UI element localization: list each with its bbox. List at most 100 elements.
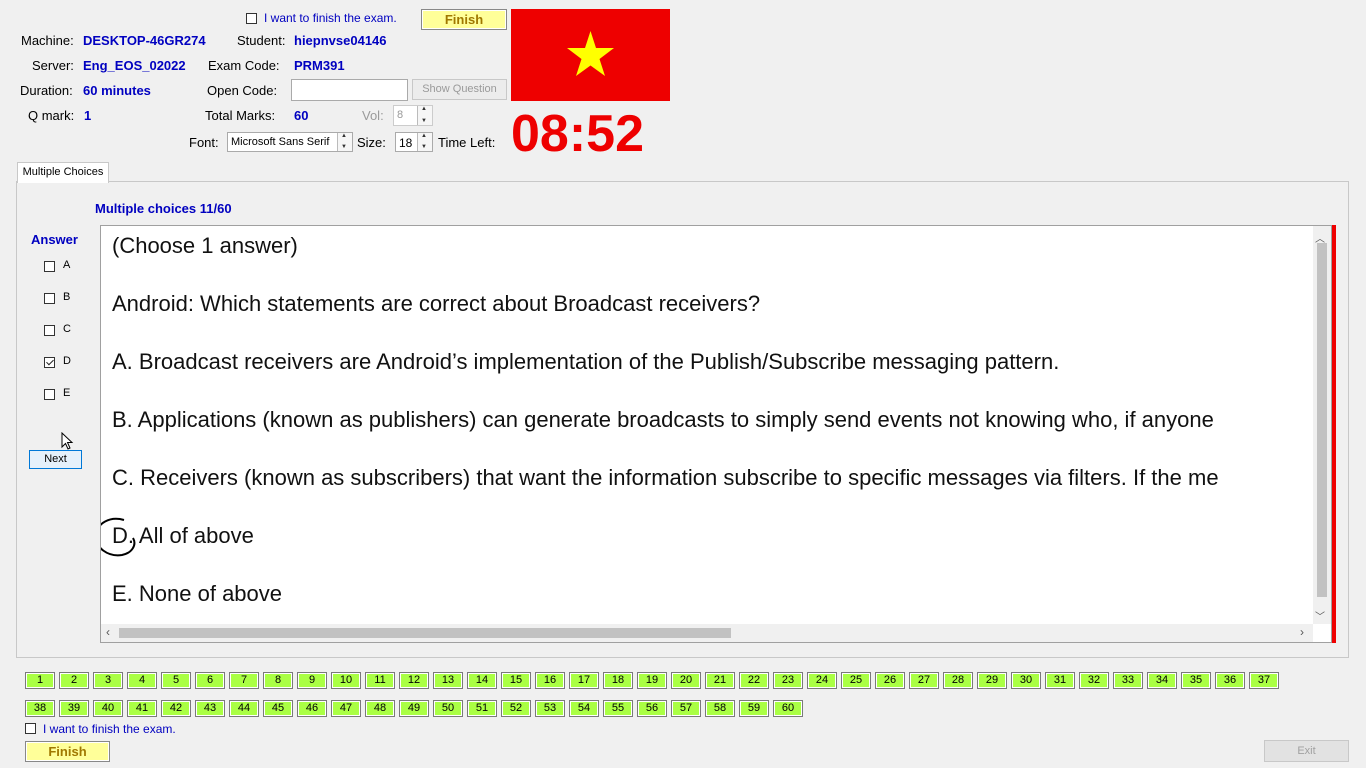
question-nav-button[interactable]: 53 <box>535 700 565 717</box>
vertical-scrollbar[interactable]: ︿ ﹀ <box>1313 226 1331 624</box>
question-nav-button[interactable]: 58 <box>705 700 735 717</box>
open-code-input[interactable] <box>291 79 408 101</box>
horizontal-scrollbar[interactable]: ‹ › <box>101 624 1313 642</box>
question-nav-button[interactable]: 32 <box>1079 672 1109 689</box>
question-nav-button[interactable]: 2 <box>59 672 89 689</box>
question-nav-button[interactable]: 10 <box>331 672 361 689</box>
exam-code-value: PRM391 <box>294 58 345 73</box>
question-nav-button[interactable]: 47 <box>331 700 361 717</box>
answer-label-c: C <box>63 323 71 335</box>
question-nav-button[interactable]: 16 <box>535 672 565 689</box>
finish-button-bottom[interactable]: Finish <box>25 741 110 762</box>
question-nav-button[interactable]: 55 <box>603 700 633 717</box>
finish-exam-checkbox-top[interactable] <box>246 13 257 24</box>
exit-button[interactable]: Exit <box>1264 740 1349 762</box>
vertical-scroll-thumb[interactable] <box>1317 243 1327 597</box>
vol-label: Vol: <box>362 108 384 123</box>
finish-exam-label-bottom: I want to finish the exam. <box>43 722 176 736</box>
tab-multiple-choices[interactable]: Multiple Choices <box>17 162 109 183</box>
question-nav-button[interactable]: 56 <box>637 700 667 717</box>
question-nav-button[interactable]: 41 <box>127 700 157 717</box>
question-nav-button[interactable]: 9 <box>297 672 327 689</box>
question-nav-button[interactable]: 44 <box>229 700 259 717</box>
question-nav-button[interactable]: 29 <box>977 672 1007 689</box>
question-nav-button[interactable]: 27 <box>909 672 939 689</box>
question-nav-button[interactable]: 36 <box>1215 672 1245 689</box>
question-nav-button[interactable]: 30 <box>1011 672 1041 689</box>
question-nav-button[interactable]: 20 <box>671 672 701 689</box>
question-nav-button[interactable]: 3 <box>93 672 123 689</box>
question-nav-button[interactable]: 38 <box>25 700 55 717</box>
question-nav-button[interactable]: 59 <box>739 700 769 717</box>
question-nav-button[interactable]: 12 <box>399 672 429 689</box>
question-nav-button[interactable]: 24 <box>807 672 837 689</box>
vol-spin-arrows-icon[interactable] <box>417 106 432 125</box>
progress-label: Multiple choices 11/60 <box>95 201 232 216</box>
question-nav-button[interactable]: 34 <box>1147 672 1177 689</box>
exam-code-label: Exam Code: <box>208 58 280 73</box>
question-nav-button[interactable]: 6 <box>195 672 225 689</box>
question-nav-button[interactable]: 39 <box>59 700 89 717</box>
vietnam-flag-icon <box>511 9 670 101</box>
question-nav-button[interactable]: 19 <box>637 672 667 689</box>
question-nav-button[interactable]: 31 <box>1045 672 1075 689</box>
finish-button-top[interactable]: Finish <box>421 9 507 30</box>
vol-spinner[interactable]: 8 <box>393 105 433 126</box>
question-nav-button[interactable]: 4 <box>127 672 157 689</box>
question-text-area[interactable]: (Choose 1 answer) Android: Which statemen… <box>100 225 1332 643</box>
finish-exam-checkbox-bottom[interactable] <box>25 723 36 734</box>
answer-checkbox-d[interactable] <box>44 357 55 368</box>
question-nav-button[interactable]: 11 <box>365 672 395 689</box>
server-label: Server: <box>32 58 74 73</box>
question-nav-button[interactable]: 54 <box>569 700 599 717</box>
question-nav-button[interactable]: 40 <box>93 700 123 717</box>
question-line: B. Applications (known as publishers) ca… <box>112 407 1214 432</box>
total-marks-label: Total Marks: <box>205 108 276 123</box>
answer-checkbox-c[interactable] <box>44 325 55 336</box>
question-nav-button[interactable]: 15 <box>501 672 531 689</box>
question-nav-button[interactable]: 42 <box>161 700 191 717</box>
question-nav-button[interactable]: 22 <box>739 672 769 689</box>
next-button[interactable]: Next <box>29 450 82 469</box>
question-nav-button[interactable]: 25 <box>841 672 871 689</box>
question-nav-button[interactable]: 28 <box>943 672 973 689</box>
show-question-button[interactable]: Show Question <box>412 79 507 100</box>
question-nav-button[interactable]: 60 <box>773 700 803 717</box>
question-nav-button[interactable]: 52 <box>501 700 531 717</box>
scroll-left-icon[interactable]: ‹ <box>106 625 110 639</box>
scroll-down-icon[interactable]: ﹀ <box>1315 608 1325 623</box>
question-nav-button[interactable]: 33 <box>1113 672 1143 689</box>
font-selector[interactable]: Microsoft Sans Serif <box>227 132 353 152</box>
size-spinner[interactable]: 18 <box>395 132 433 152</box>
question-nav-button[interactable]: 48 <box>365 700 395 717</box>
question-nav-button[interactable]: 13 <box>433 672 463 689</box>
answer-checkbox-b[interactable] <box>44 293 55 304</box>
machine-label: Machine: <box>21 33 74 48</box>
question-line: A. Broadcast receivers are Android’s imp… <box>112 349 1060 374</box>
question-nav-button[interactable]: 37 <box>1249 672 1279 689</box>
size-spin-arrows-icon[interactable] <box>417 133 432 151</box>
question-nav-button[interactable]: 8 <box>263 672 293 689</box>
question-nav-button[interactable]: 17 <box>569 672 599 689</box>
scroll-right-icon[interactable]: › <box>1300 625 1304 639</box>
question-nav-button[interactable]: 1 <box>25 672 55 689</box>
horizontal-scroll-thumb[interactable] <box>119 628 731 638</box>
question-nav-button[interactable]: 21 <box>705 672 735 689</box>
question-nav-button[interactable]: 26 <box>875 672 905 689</box>
question-nav-button[interactable]: 7 <box>229 672 259 689</box>
answer-checkbox-e[interactable] <box>44 389 55 400</box>
answer-checkbox-a[interactable] <box>44 261 55 272</box>
font-spin-arrows-icon[interactable] <box>337 133 352 151</box>
question-nav-button[interactable]: 57 <box>671 700 701 717</box>
question-nav-button[interactable]: 49 <box>399 700 429 717</box>
question-nav-button[interactable]: 51 <box>467 700 497 717</box>
question-nav-button[interactable]: 45 <box>263 700 293 717</box>
question-nav-button[interactable]: 18 <box>603 672 633 689</box>
question-nav-button[interactable]: 5 <box>161 672 191 689</box>
question-nav-button[interactable]: 35 <box>1181 672 1211 689</box>
question-nav-button[interactable]: 50 <box>433 700 463 717</box>
question-nav-button[interactable]: 14 <box>467 672 497 689</box>
question-nav-button[interactable]: 43 <box>195 700 225 717</box>
question-nav-button[interactable]: 23 <box>773 672 803 689</box>
question-nav-button[interactable]: 46 <box>297 700 327 717</box>
